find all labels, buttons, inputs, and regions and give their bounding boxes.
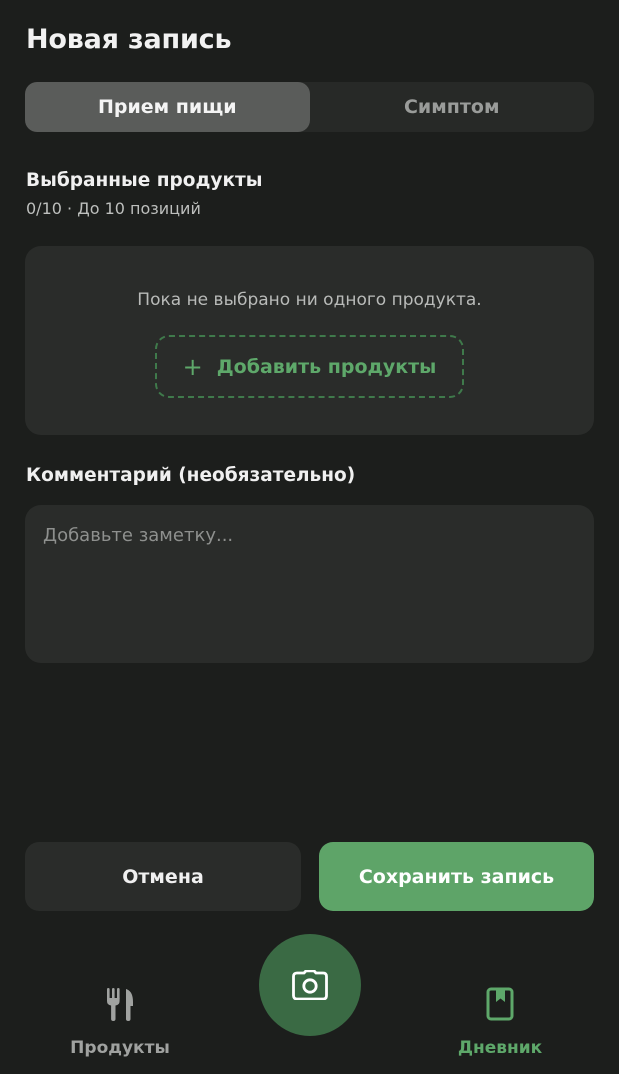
nav-products-label: Продукты bbox=[70, 1038, 170, 1058]
camera-button[interactable] bbox=[259, 934, 361, 1036]
save-entry-button[interactable]: Сохранить запись bbox=[319, 842, 594, 911]
cancel-button[interactable]: Отмена bbox=[25, 842, 301, 911]
add-products-label: Добавить продукты bbox=[216, 355, 437, 378]
comment-field-container bbox=[25, 505, 594, 663]
comment-title: Комментарий (необязательно) bbox=[26, 465, 356, 486]
entry-type-switch: Прием пищи Симптом bbox=[25, 82, 594, 132]
nav-diary-label: Дневник bbox=[457, 1038, 543, 1058]
selected-products-card: Пока не выбрано ни одного продукта. + До… bbox=[25, 246, 594, 435]
selected-products-counter: 0/10 · До 10 позиций bbox=[26, 199, 201, 218]
selected-products-title: Выбранные продукты bbox=[26, 170, 263, 191]
add-products-button[interactable]: + Добавить продукты bbox=[155, 335, 464, 398]
book-icon bbox=[430, 984, 570, 1024]
tab-meal[interactable]: Прием пищи bbox=[25, 82, 310, 132]
nav-item-products[interactable]: Продукты bbox=[50, 984, 190, 1058]
page-title: Новая запись bbox=[26, 24, 232, 55]
camera-icon bbox=[292, 970, 328, 1000]
fork-knife-icon bbox=[50, 984, 190, 1024]
plus-icon: + bbox=[182, 352, 203, 381]
tab-symptom[interactable]: Симптом bbox=[310, 82, 595, 132]
new-entry-screen: Новая запись Прием пищи Симптом Выбранны… bbox=[0, 0, 619, 1074]
comment-input[interactable] bbox=[43, 525, 576, 643]
nav-item-diary[interactable]: Дневник bbox=[430, 984, 570, 1058]
empty-products-text: Пока не выбрано ни одного продукта. bbox=[137, 290, 482, 310]
